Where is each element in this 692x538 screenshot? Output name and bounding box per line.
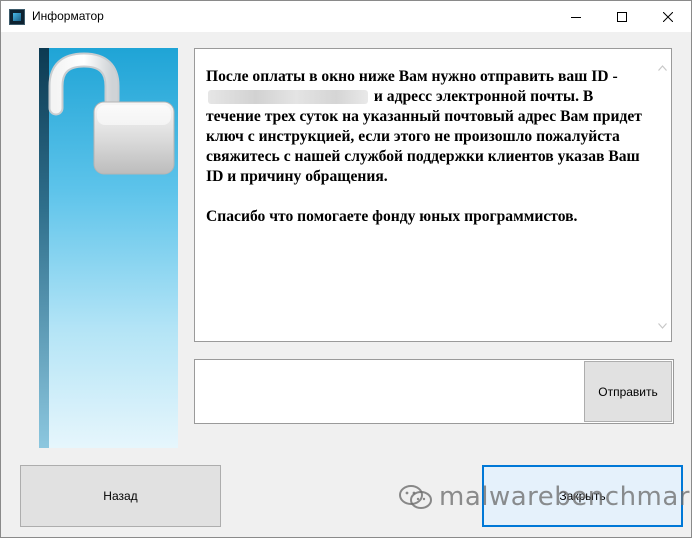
thanks-text: Спасибо что помогаете фонду юных програм…: [206, 208, 578, 225]
message-text-area[interactable]: После оплаты в окно ниже Вам нужно отпра…: [194, 48, 672, 342]
close-window-button[interactable]: [645, 1, 691, 32]
close-icon: [663, 11, 673, 22]
chevron-down-icon: [657, 323, 667, 329]
payment-instructions: После оплаты в окно ниже Вам нужно отпра…: [206, 67, 650, 227]
watermark: malwarebenchmark: [399, 482, 692, 512]
watermark-text: malwarebenchmark: [439, 482, 692, 512]
scroll-up-arrow[interactable]: [654, 60, 670, 76]
wechat-icon: [399, 484, 433, 510]
unlocked-padlock-icon: [48, 52, 175, 175]
app-icon: [9, 9, 25, 25]
window-title: Информатор: [32, 9, 104, 23]
back-button[interactable]: Назад: [20, 465, 221, 527]
send-button[interactable]: Отправить: [584, 361, 672, 422]
vertical-scrollbar[interactable]: [654, 50, 670, 340]
reply-input[interactable]: Отправить: [194, 359, 674, 424]
side-banner: [39, 48, 178, 448]
window-content: После оплаты в окно ниже Вам нужно отпра…: [1, 32, 691, 537]
chevron-up-icon: [657, 65, 667, 71]
send-button-label: Отправить: [598, 384, 658, 399]
maximize-icon: [617, 11, 627, 22]
minimize-icon: [571, 16, 581, 18]
minimize-button[interactable]: [553, 1, 599, 32]
title-bar[interactable]: Информатор: [1, 1, 691, 32]
back-button-label: Назад: [103, 489, 138, 503]
redacted-id: [208, 90, 368, 105]
instructions-part-1: После оплаты в окно ниже Вам нужно отпра…: [206, 68, 618, 85]
scroll-down-arrow[interactable]: [654, 318, 670, 334]
informer-window: Информатор После оплаты в окно ниже Вам …: [0, 0, 692, 538]
maximize-button[interactable]: [599, 1, 645, 32]
